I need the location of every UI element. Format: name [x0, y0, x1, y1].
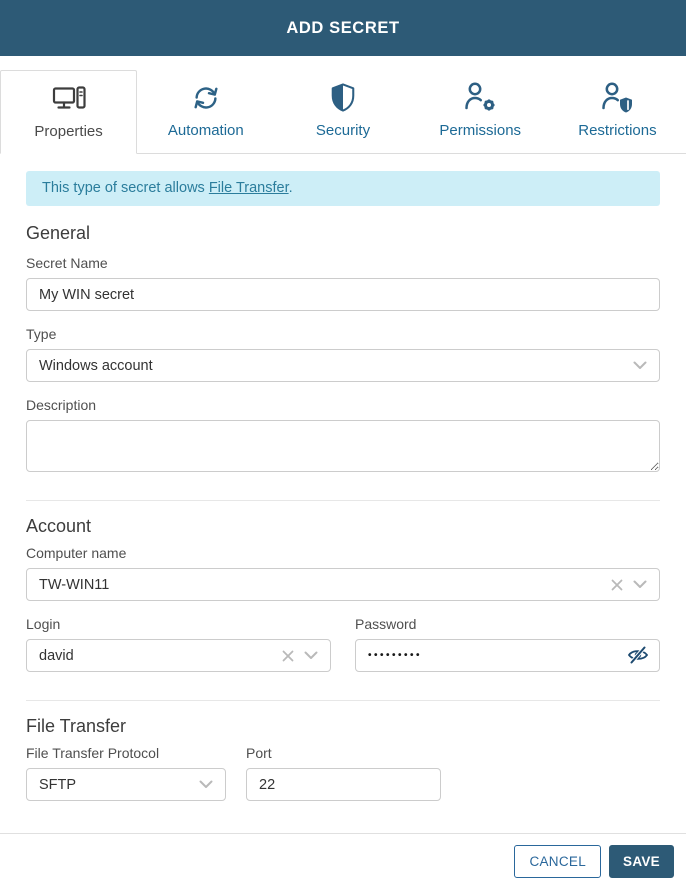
chevron-down-icon — [199, 780, 213, 789]
computer-name-value: TW-WIN11 — [39, 576, 110, 593]
add-secret-dialog: ADD SECRET Properties Automation Securit… — [0, 0, 686, 885]
port-label: Port — [246, 745, 272, 761]
info-banner: This type of secret allows File Transfer… — [26, 171, 660, 206]
section-heading-account: Account — [26, 516, 92, 536]
description-label: Description — [26, 397, 97, 413]
chevron-down-icon — [633, 361, 647, 370]
computer-name-label: Computer name — [26, 545, 127, 561]
section-divider — [26, 500, 660, 501]
protocol-value: SFTP — [39, 776, 77, 793]
cancel-button[interactable]: CANCEL — [514, 845, 602, 878]
login-value: david — [39, 647, 74, 664]
login-label: Login — [26, 616, 61, 632]
type-select-value: Windows account — [39, 357, 153, 374]
secret-name-input[interactable] — [26, 278, 660, 311]
dialog-footer: CANCEL SAVE — [0, 833, 686, 885]
chevron-down-icon[interactable] — [633, 580, 647, 589]
banner-text: This type of secret allows — [42, 180, 209, 196]
section-heading-general: General — [26, 223, 91, 243]
clear-x-icon[interactable] — [282, 650, 294, 662]
tab-bar: Properties Automation Security Permissio… — [0, 70, 686, 154]
tab-label: Permissions — [439, 122, 522, 139]
banner-text-suffix: . — [288, 180, 293, 196]
tab-properties[interactable]: Properties — [0, 70, 138, 154]
section-heading-file-transfer: File Transfer — [26, 716, 127, 736]
sync-icon — [191, 81, 221, 113]
tab-security[interactable]: Security — [274, 70, 411, 153]
clear-x-icon[interactable] — [611, 579, 623, 591]
tab-restrictions[interactable]: Restrictions — [549, 70, 686, 153]
protocol-select[interactable]: SFTP — [26, 768, 226, 801]
desktop-icon — [52, 82, 86, 114]
user-shield-icon — [599, 81, 635, 113]
password-label: Password — [355, 616, 417, 632]
user-gear-icon — [462, 81, 498, 113]
type-select[interactable]: Windows account — [26, 349, 660, 382]
type-label: Type — [26, 326, 57, 342]
port-input[interactable] — [246, 768, 441, 801]
section-divider — [26, 700, 660, 701]
password-input[interactable] — [355, 639, 660, 672]
description-textarea[interactable] — [26, 420, 660, 472]
tab-label: Restrictions — [578, 122, 657, 139]
file-transfer-link[interactable]: File Transfer — [209, 180, 289, 196]
dialog-body: This type of secret allows File Transfer… — [0, 154, 686, 833]
login-combobox[interactable]: david — [26, 639, 331, 672]
tab-permissions[interactable]: Permissions — [412, 70, 549, 153]
save-button[interactable]: SAVE — [609, 845, 674, 878]
chevron-down-icon[interactable] — [304, 651, 318, 660]
tab-label: Security — [315, 122, 371, 139]
tab-label: Automation — [167, 122, 244, 139]
tab-label: Properties — [34, 123, 103, 140]
shield-icon — [329, 81, 357, 113]
protocol-label: File Transfer Protocol — [26, 745, 160, 761]
secret-name-label: Secret Name — [26, 255, 108, 271]
eye-off-icon[interactable] — [627, 645, 649, 670]
dialog-title: ADD SECRET — [286, 18, 400, 37]
dialog-header: ADD SECRET — [0, 0, 686, 56]
tab-automation[interactable]: Automation — [137, 70, 274, 153]
computer-name-combobox[interactable]: TW-WIN11 — [26, 568, 660, 601]
